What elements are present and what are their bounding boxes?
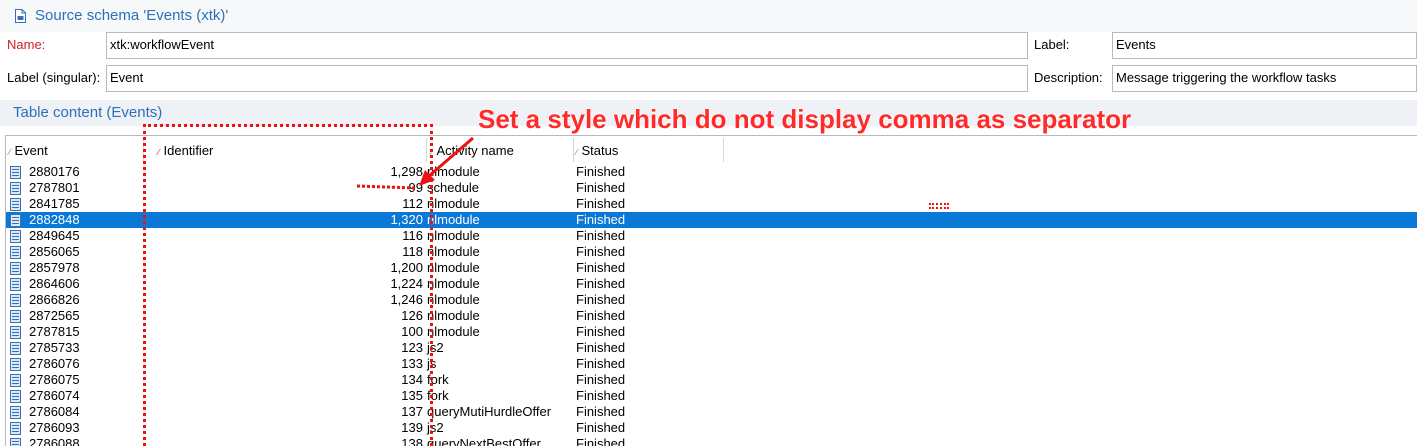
cell-activity: nlmodule [427,228,480,243]
window-title: Source schema 'Events (xtk)' [35,7,229,24]
section-title: Table content (Events) [13,104,163,121]
cell-activity: queryMutiHurdleOffer [427,404,552,419]
record-icon [10,294,21,307]
cell-event: 2786075 [29,372,80,387]
cell-event: 2787815 [29,324,80,339]
cell-activity: nlmodule [427,196,480,211]
cell-activity: queryNextBestOffer [427,436,541,446]
cell-event: 2849645 [29,228,80,243]
cell-status: Finished [576,420,626,435]
column-divider[interactable] [723,138,724,162]
cell-status: Finished [576,436,626,446]
column-header-event[interactable]: ∕ Event [9,136,48,164]
record-icon [10,406,21,419]
record-icon [10,390,21,403]
cell-activity: nlmodule [427,260,480,275]
record-icon [10,278,21,291]
column-header-status[interactable]: ∕ Status [576,136,618,164]
cell-status: Finished [576,388,626,403]
cell-status: Finished [576,164,626,179]
label-label: Label: [1034,37,1070,52]
cell-status: Finished [576,372,626,387]
record-icon [10,198,21,211]
cell-event: 2786074 [29,388,80,403]
record-icon [10,166,21,179]
record-icon [10,422,21,435]
cell-status: Finished [576,340,626,355]
cell-event: 2786076 [29,356,80,371]
cell-event: 2880176 [29,164,80,179]
record-icon [10,246,21,259]
cell-activity: nlmodule [427,308,480,323]
cell-activity: nlmodule [427,212,480,227]
cell-status: Finished [576,292,626,307]
column-divider[interactable] [573,138,574,162]
cell-status: Finished [576,324,626,339]
cell-event: 2841785 [29,196,80,211]
cell-status: Finished [576,212,626,227]
annotation-marker [929,203,949,209]
cell-status: Finished [576,276,626,291]
sort-icon: ∕ [576,147,578,157]
cell-activity: nlmodule [427,244,480,259]
record-icon [10,230,21,243]
sort-icon: ∕ [9,147,11,157]
record-icon [10,262,21,275]
record-icon [10,182,21,195]
cell-status: Finished [576,196,626,211]
cell-event: 2786093 [29,420,80,435]
description-field[interactable]: Message triggering the workflow tasks [1112,65,1417,92]
cell-event: 2882848 [29,212,80,227]
name-label: Name: [7,37,46,52]
annotation-text: Set a style which do not display comma a… [477,104,1132,135]
label-singular-label: Label (singular): [7,70,101,85]
record-icon [10,342,21,355]
record-icon [10,214,21,227]
cell-activity: nlmodule [427,276,480,291]
title-bar: Source schema 'Events (xtk)' [0,0,1417,32]
cell-status: Finished [576,228,626,243]
cell-status: Finished [576,180,626,195]
description-label: Description: [1034,70,1103,85]
record-icon [10,358,21,371]
record-icon [10,438,21,446]
cell-event: 2786088 [29,436,80,446]
annotation-arrow-icon [356,136,474,190]
record-icon [10,326,21,339]
cell-event: 2857978 [29,260,80,275]
cell-event: 2787801 [29,180,80,195]
record-icon [10,374,21,387]
cell-status: Finished [576,404,626,419]
cell-event: 2786084 [29,404,80,419]
cell-event: 2872565 [29,308,80,323]
cell-event: 2864606 [29,276,80,291]
cell-event: 2856065 [29,244,80,259]
cell-status: Finished [576,356,626,371]
name-field[interactable]: xtk:workflowEvent [106,32,1028,59]
cell-activity: nlmodule [427,292,480,307]
cell-event: 2785733 [29,340,80,355]
cell-status: Finished [576,308,626,323]
cell-event: 2866826 [29,292,80,307]
record-icon [10,310,21,323]
cell-activity: nlmodule [427,324,480,339]
cell-status: Finished [576,260,626,275]
cell-status: Finished [576,244,626,259]
schema-icon [15,9,26,23]
label-singular-field[interactable]: Event [106,65,1028,92]
label-field[interactable]: Events [1112,32,1417,59]
